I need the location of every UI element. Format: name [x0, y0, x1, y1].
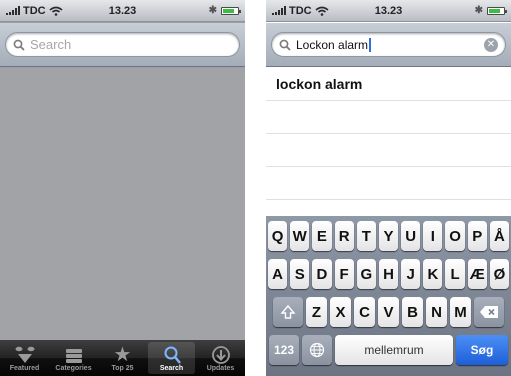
shift-key[interactable] — [273, 297, 303, 327]
signal-strength-icon — [272, 6, 286, 15]
key-i[interactable]: I — [423, 221, 443, 251]
key-å[interactable]: Å — [489, 221, 510, 251]
keyboard-row-1: QWERTYUIOPÅ — [267, 221, 510, 251]
clear-icon[interactable]: ✕ — [484, 37, 498, 52]
key-t[interactable]: T — [356, 221, 376, 251]
wifi-icon — [315, 6, 329, 16]
battery-icon — [487, 6, 507, 15]
signal-strength-icon — [6, 6, 20, 15]
suggestion-list: lockon alarm — [266, 68, 511, 200]
key-r[interactable]: R — [334, 221, 354, 251]
search-input[interactable]: Search — [5, 32, 240, 57]
carrier-label: TDC — [23, 4, 46, 17]
key-a[interactable]: A — [267, 259, 288, 289]
carrier-label: TDC — [289, 4, 312, 17]
keyboard-row-4: 123 mellemrum Søg — [268, 335, 509, 365]
key-l[interactable]: L — [445, 259, 465, 289]
keyboard-row-3: ZXCVBNM — [268, 297, 509, 327]
key-o[interactable]: O — [445, 221, 465, 251]
key-æ[interactable]: Æ — [467, 259, 487, 289]
key-e[interactable]: E — [312, 221, 332, 251]
bluetooth-icon: ✱ — [474, 5, 483, 16]
key-n[interactable]: N — [426, 297, 447, 327]
key-f[interactable]: F — [334, 259, 354, 289]
shift-icon — [280, 304, 296, 319]
globe-icon — [309, 342, 325, 358]
key-k[interactable]: K — [423, 259, 443, 289]
left-phone-screen: TDC 13.23 ✱ Search Featured Categories ★… — [0, 0, 245, 376]
tab-label: Search — [159, 365, 184, 372]
tab-label: Top 25 — [111, 365, 134, 372]
suggestion-item[interactable]: lockon alarm — [266, 68, 511, 101]
tab-label: Categories — [55, 365, 92, 372]
empty-row — [266, 167, 511, 200]
key-c[interactable]: C — [354, 297, 375, 327]
space-key[interactable]: mellemrum — [335, 335, 453, 365]
right-phone-screen: TDC 13.23 ✱ Lockon alarm ✕ lockon alarm … — [266, 0, 511, 376]
search-value: Lockon alarm — [296, 37, 369, 52]
key-h[interactable]: H — [378, 259, 399, 289]
globe-key[interactable] — [302, 335, 332, 365]
search-icon — [164, 346, 181, 364]
key-ø[interactable]: Ø — [489, 259, 510, 289]
key-x[interactable]: X — [330, 297, 351, 327]
empty-row — [266, 101, 511, 134]
text-cursor — [369, 37, 372, 52]
categories-icon — [65, 349, 82, 363]
tab-label: Featured — [9, 365, 40, 372]
backspace-key[interactable] — [474, 297, 504, 327]
tab-categories[interactable]: Categories — [50, 342, 97, 374]
key-y[interactable]: Y — [378, 221, 399, 251]
search-bar: Lockon alarm ✕ — [266, 23, 511, 67]
search-bar: Search — [0, 23, 245, 67]
status-bar: TDC 13.23 ✱ — [0, 0, 245, 22]
tab-top-25[interactable]: ★ Top 25 — [99, 342, 146, 374]
key-j[interactable]: J — [401, 259, 421, 289]
battery-icon — [221, 6, 241, 15]
numbers-key[interactable]: 123 — [269, 335, 299, 365]
search-go-key[interactable]: Søg — [456, 335, 508, 365]
search-placeholder: Search — [30, 37, 72, 52]
key-z[interactable]: Z — [306, 297, 327, 327]
tab-featured[interactable]: Featured — [1, 342, 48, 374]
wifi-icon — [49, 6, 63, 16]
key-v[interactable]: V — [378, 297, 399, 327]
key-s[interactable]: S — [290, 259, 310, 289]
featured-icon — [15, 346, 34, 363]
search-input[interactable]: Lockon alarm ✕ — [271, 32, 506, 57]
magnifier-icon — [279, 39, 291, 51]
empty-row — [266, 134, 511, 167]
tab-bar: Featured Categories ★ Top 25 Search Upda… — [0, 340, 245, 376]
key-p[interactable]: P — [467, 221, 487, 251]
tab-search[interactable]: Search — [148, 342, 195, 374]
magnifier-icon — [13, 39, 25, 51]
backspace-icon — [480, 306, 498, 318]
tab-updates[interactable]: Updates — [197, 342, 244, 374]
dimmed-content-area[interactable] — [0, 68, 245, 340]
key-q[interactable]: Q — [267, 221, 288, 251]
key-u[interactable]: U — [401, 221, 421, 251]
key-d[interactable]: D — [312, 259, 332, 289]
key-b[interactable]: B — [402, 297, 423, 327]
bluetooth-icon: ✱ — [208, 5, 217, 16]
key-m[interactable]: M — [450, 297, 471, 327]
star-icon: ★ — [113, 344, 132, 366]
status-bar: TDC 13.23 ✱ — [266, 0, 511, 22]
keyboard: QWERTYUIOPÅ ASDFGHJKLÆØ ZXCVBNM 123 mell… — [266, 216, 511, 376]
tab-label: Updates — [206, 365, 235, 372]
key-g[interactable]: G — [356, 259, 376, 289]
download-icon — [211, 346, 230, 364]
key-w[interactable]: W — [290, 221, 310, 251]
keyboard-row-2: ASDFGHJKLÆØ — [267, 259, 510, 289]
